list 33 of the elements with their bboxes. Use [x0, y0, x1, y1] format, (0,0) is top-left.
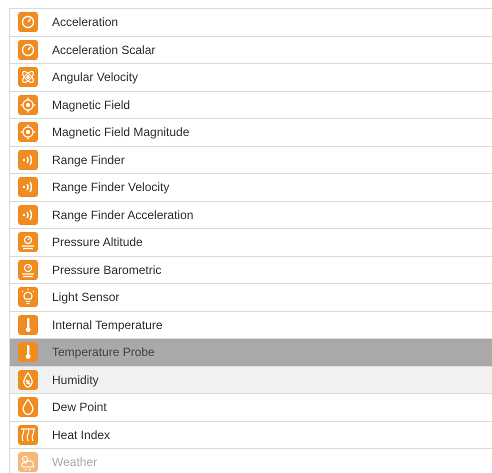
sensor-list-item[interactable]: Magnetic Field: [10, 92, 492, 119]
sensor-list-item[interactable]: Temperature Probe: [10, 339, 492, 366]
sensor-label: Pressure Barometric: [52, 262, 162, 277]
sensor-label: Pressure Altitude: [52, 235, 143, 250]
sensor-label: Dew Point: [52, 400, 107, 414]
sensor-label: Range Finder Velocity: [52, 180, 170, 194]
sensor-label: Humidity: [52, 372, 99, 387]
sensor-label: Range Finder Acceleration: [52, 208, 194, 222]
sensor-list-item[interactable]: Acceleration: [10, 9, 492, 36]
sensor-label: Acceleration: [52, 15, 118, 30]
sensor-list-item[interactable]: Pressure Barometric: [10, 256, 492, 284]
sensor-list-item[interactable]: Heat Index: [10, 422, 492, 449]
sensor-label: Range Finder: [52, 152, 125, 167]
sensor-label: Acceleration Scalar: [52, 42, 156, 57]
sensor-list-item[interactable]: Range Finder Acceleration: [10, 202, 492, 229]
sensor-list-item[interactable]: Angular Velocity: [10, 64, 492, 92]
sensor-list-item[interactable]: Internal Temperature: [10, 312, 492, 339]
sensor-label: Internal Temperature: [52, 318, 163, 332]
sensor-list-item[interactable]: Humidity: [10, 366, 492, 394]
sensor-list-item[interactable]: Dew Point: [10, 394, 492, 422]
sensor-list-item[interactable]: Light Sensor: [10, 284, 492, 312]
sensor-label: Magnetic Field Magnitude: [52, 125, 190, 140]
sensor-label: Heat Index: [52, 428, 110, 442]
sensor-label: Weather: [52, 455, 98, 470]
sensor-list-item[interactable]: Pressure Altitude: [10, 229, 492, 256]
sensor-list-item[interactable]: Magnetic Field Magnitude: [10, 119, 492, 146]
sensor-label: Temperature Probe: [52, 345, 155, 360]
sensor-list-item[interactable]: Range Finder: [10, 146, 492, 174]
sensor-list-item[interactable]: Range Finder Velocity: [10, 174, 492, 202]
sensor-list-item[interactable]: Acceleration Scalar: [10, 36, 492, 64]
sensor-label: Light Sensor: [52, 290, 120, 304]
sensor-label: Angular Velocity: [52, 70, 138, 84]
sensor-label: Magnetic Field: [52, 98, 130, 112]
